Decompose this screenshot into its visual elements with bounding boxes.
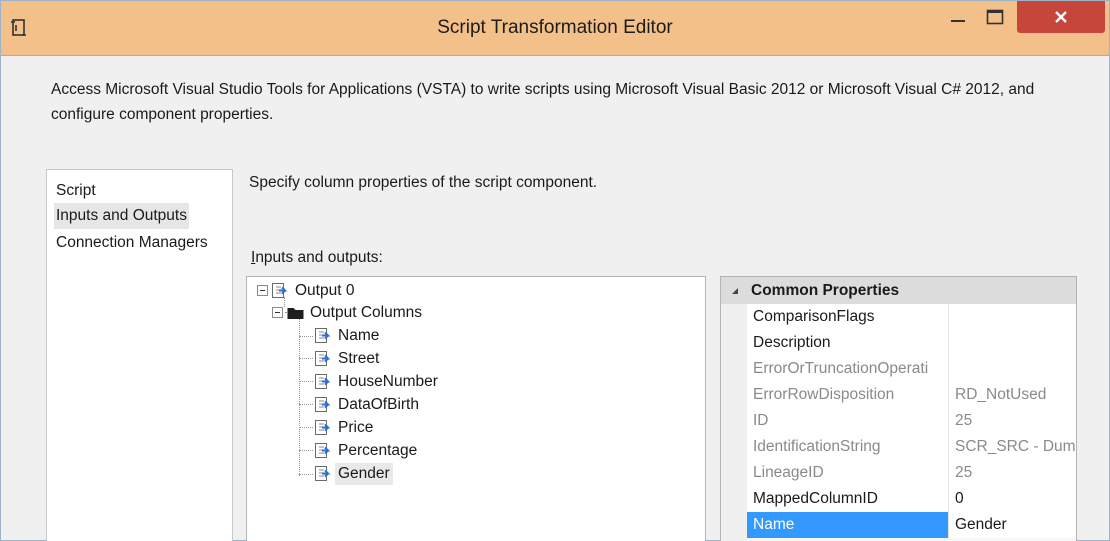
properties-gutter: [721, 304, 747, 541]
property-name: Description: [747, 330, 949, 356]
property-value[interactable]: [949, 304, 1076, 330]
property-row[interactable]: ComparisonFlags: [747, 304, 1076, 330]
property-row[interactable]: MappedColumnID 0: [747, 486, 1076, 512]
property-row[interactable]: IdentificationString SCR_SRC - Dumi: [747, 434, 1076, 460]
property-value[interactable]: Gender: [949, 512, 1076, 538]
column-icon: [315, 328, 331, 343]
maximize-button[interactable]: [977, 1, 1017, 31]
nav-item-connection-managers[interactable]: Connection Managers: [54, 230, 210, 256]
minimize-icon: [951, 20, 965, 22]
column-icon: [315, 466, 331, 481]
property-row[interactable]: ErrorOrTruncationOperati: [747, 356, 1076, 382]
section-hint: Specify column properties of the script …: [249, 174, 598, 191]
inputs-outputs-label-rest: nputs and outputs:: [255, 249, 383, 266]
column-icon: [315, 443, 331, 458]
tree-connector: [299, 404, 313, 405]
title-bar[interactable]: Script Transformation Editor: [1, 1, 1109, 56]
property-row[interactable]: Description: [747, 330, 1076, 356]
property-value: SCR_SRC - Dumi: [949, 434, 1076, 460]
properties-grid[interactable]: Common Properties ComparisonFlags Descri…: [720, 276, 1077, 541]
property-value: 25: [949, 408, 1076, 434]
tree-connector: [299, 336, 313, 337]
inputs-outputs-label: Inputs and outputs:: [251, 249, 383, 267]
property-name: IdentificationString: [747, 434, 949, 460]
collapse-toggle-icon[interactable]: [257, 285, 268, 296]
column-icon: [315, 374, 331, 389]
tree-node-label: Gender: [335, 463, 393, 485]
tree-node-label: DataOfBirth: [338, 396, 419, 413]
property-name: ID: [747, 408, 949, 434]
column-icon: [315, 397, 331, 412]
property-value[interactable]: [949, 330, 1076, 356]
maximize-icon: [986, 9, 1004, 25]
tree-node-label: HouseNumber: [338, 373, 438, 390]
tree-connector: [299, 358, 313, 359]
tree-connector: [299, 381, 313, 382]
property-value: 25: [949, 460, 1076, 486]
output-icon: [272, 283, 288, 298]
editor-description: Access Microsoft Visual Studio Tools for…: [51, 81, 1035, 123]
page-navigation-list: Script Inputs and Outputs Connection Man…: [46, 169, 233, 541]
column-icon: [315, 420, 331, 435]
folder-icon: [287, 308, 304, 319]
property-name: ErrorRowDisposition: [747, 382, 949, 408]
tree-node-label: Price: [338, 419, 374, 436]
collapse-category-icon[interactable]: [731, 287, 739, 295]
tree-connector: [299, 427, 313, 428]
property-name: MappedColumnID: [747, 486, 949, 512]
property-name: ComparisonFlags: [747, 304, 949, 330]
inputs-outputs-tree[interactable]: Output 0 Output Columns Name Street Hous…: [246, 276, 706, 541]
property-name: LineageID: [747, 460, 949, 486]
property-row[interactable]: LineageID 25: [747, 460, 1076, 486]
tree-connector: [299, 319, 300, 476]
tree-node-label: Output Columns: [310, 304, 422, 321]
minimize-button[interactable]: [941, 1, 973, 31]
tree-node-label: Street: [338, 350, 380, 367]
tree-connector: [284, 297, 285, 307]
property-category-header[interactable]: Common Properties: [721, 277, 1076, 304]
close-button[interactable]: [1017, 1, 1105, 33]
property-row[interactable]: ID 25: [747, 408, 1076, 434]
tree-node-label: Output 0: [295, 282, 355, 299]
tree-connector: [299, 450, 313, 451]
property-value: RD_NotUsed: [949, 382, 1076, 408]
nav-item-script[interactable]: Script: [54, 178, 98, 204]
script-transformation-editor-window: Script Transformation Editor Access Micr…: [0, 0, 1110, 541]
property-name: Name: [747, 512, 949, 538]
property-value[interactable]: 0: [949, 486, 1076, 512]
nav-item-inputs-and-outputs[interactable]: Inputs and Outputs: [54, 203, 189, 229]
tree-connector: [299, 474, 313, 475]
column-icon: [315, 351, 331, 366]
property-category-label: Common Properties: [751, 282, 900, 299]
property-row-selected[interactable]: Name Gender: [747, 512, 1076, 538]
property-value: [949, 356, 1076, 382]
close-icon: [1055, 11, 1067, 23]
property-row[interactable]: ErrorRowDisposition RD_NotUsed: [747, 382, 1076, 408]
property-name: ErrorOrTruncationOperati: [747, 356, 949, 382]
collapse-toggle-icon[interactable]: [272, 307, 283, 318]
tree-node-label: Percentage: [338, 442, 418, 459]
tree-node-label: Name: [338, 327, 380, 344]
